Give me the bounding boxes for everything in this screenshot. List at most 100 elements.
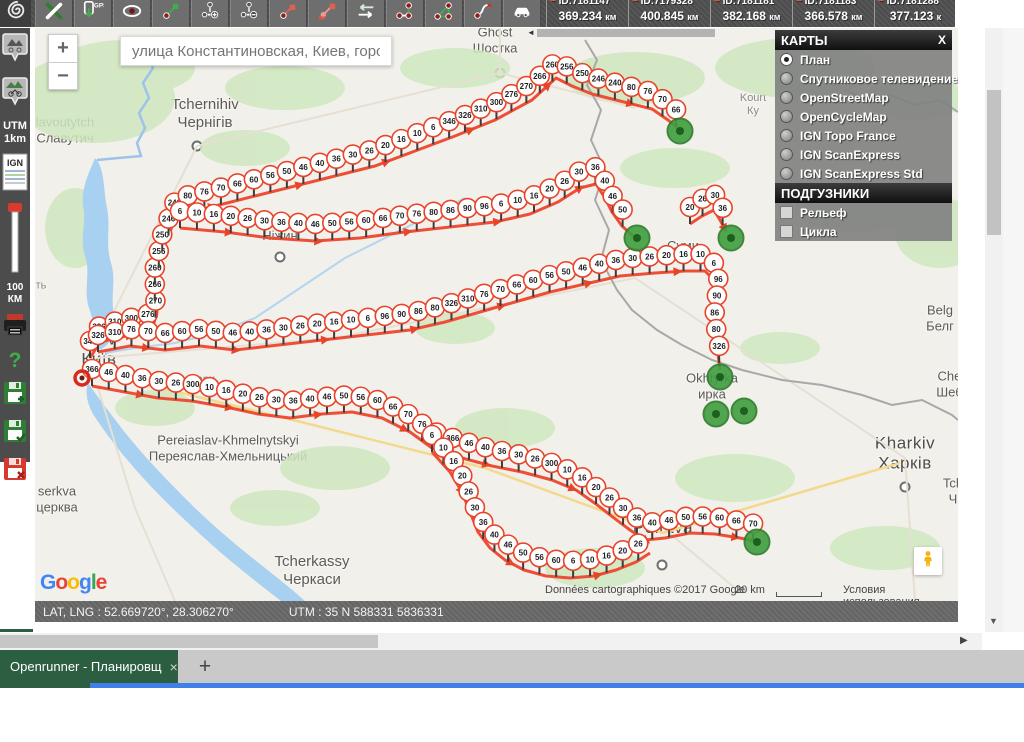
pegman-button[interactable]	[914, 547, 942, 575]
tool-move-point-button[interactable]	[269, 0, 307, 27]
scale-label: 100КМ	[1, 282, 29, 306]
layer-option-план[interactable]: План	[775, 50, 952, 69]
route-slot[interactable]: − ID:7181183366.578 км	[792, 0, 874, 27]
print-button[interactable]	[1, 313, 29, 342]
route-slot[interactable]: − ID:7181147369.234 км	[546, 0, 628, 27]
gps-export-icon: GPS	[82, 0, 104, 27]
tool-edit-tools-button[interactable]	[35, 0, 73, 27]
tool-close-loop-button[interactable]	[425, 0, 463, 27]
zoom-slider[interactable]	[1, 203, 29, 275]
tool-car-routing-button[interactable]	[503, 0, 541, 27]
vertical-scroll-thumb[interactable]	[987, 90, 1001, 235]
tab-bottom-connector	[0, 683, 90, 688]
search-input[interactable]	[120, 36, 392, 66]
layers-close-button[interactable]: X	[938, 33, 946, 47]
overlay-option-рельеф[interactable]: Рельеф	[775, 203, 952, 222]
toolbar-tools: GPS	[35, 0, 542, 27]
help-button[interactable]: ?	[1, 349, 29, 373]
radio-icon[interactable]	[780, 72, 793, 85]
save-new-route-button[interactable]	[1, 380, 29, 411]
move-point-icon	[277, 0, 299, 27]
map-canvas[interactable]: TchernihivЧернігівlavoutytchСлавутичGhos…	[35, 28, 958, 601]
map-top-scrollbar[interactable]: ◄	[527, 28, 715, 37]
layers-panel: КАРТЫ X ПланСпутниковое телевидениеOpenS…	[775, 30, 952, 241]
zoom-in-button[interactable]: +	[48, 34, 78, 62]
layer-option-спутниковое-телевидение[interactable]: Спутниковое телевидение	[775, 69, 952, 88]
overlay-option-цикла[interactable]: Цикла	[775, 222, 952, 241]
tool-free-draw-button[interactable]	[464, 0, 502, 27]
app-logo-button[interactable]	[0, 0, 31, 27]
scroll-left-icon[interactable]: ◄	[527, 28, 535, 37]
layer-option-ign-scanexpress-std[interactable]: IGN ScanExpress Std	[775, 164, 952, 183]
radio-icon[interactable]	[780, 129, 793, 142]
terms-link[interactable]: Условия использования	[843, 584, 958, 601]
city-dot-icon	[657, 560, 668, 571]
tool-gps-export-button[interactable]: GPS	[74, 0, 112, 27]
tab-title: Openrunner - Планировщ	[10, 659, 162, 674]
save-route-button[interactable]	[1, 418, 29, 449]
city-label: Pereiaslav-KhmelnytskyiПереяслав-Хмельни…	[149, 432, 307, 463]
scroll-track[interactable]	[537, 29, 715, 37]
tool-delete-point-button[interactable]	[230, 0, 268, 27]
delete-route-button[interactable]	[1, 456, 29, 487]
radio-icon[interactable]	[780, 53, 793, 66]
checkbox-icon[interactable]	[780, 225, 793, 238]
tab-accent-line	[0, 629, 33, 632]
map-zoom-control: + −	[48, 34, 78, 90]
poi-marker-button-1[interactable]	[1, 32, 29, 69]
horizontal-scroll-thumb[interactable]	[0, 635, 378, 648]
city-label: TchernihivЧернігів	[171, 96, 239, 132]
radio-icon[interactable]	[780, 110, 793, 123]
ign-logo-icon: IGN	[2, 153, 28, 196]
page: GPS − ID:7181147369.234 км− ID:717932840…	[0, 0, 1024, 742]
attribution-text: Données cartographiques ©2017 Google	[545, 584, 745, 596]
route-distance: 369.234 км	[547, 9, 628, 23]
radio-icon[interactable]	[780, 167, 793, 180]
floppy-check-icon	[2, 418, 28, 449]
route-slot[interactable]: − ID:7181181382.168 км	[710, 0, 792, 27]
close-loop-icon	[433, 0, 455, 27]
city-label: ровари	[179, 373, 215, 386]
floppy-delete-icon	[2, 456, 28, 487]
tab-bar: Openrunner - Планировщ × +	[0, 650, 1024, 683]
tool-reverse-route-button[interactable]	[347, 0, 385, 27]
poi-marker-button-2[interactable]	[1, 76, 29, 113]
city-dot-icon	[275, 252, 286, 263]
radio-icon[interactable]	[780, 148, 793, 161]
zoom-out-button[interactable]: −	[48, 62, 78, 90]
layer-option-ign-scanexpress[interactable]: IGN ScanExpress	[775, 145, 952, 164]
tool-extend-route-button[interactable]	[152, 0, 190, 27]
google-logo[interactable]: Google	[40, 571, 106, 595]
edit-tools-icon	[43, 0, 65, 27]
layer-option-ign-topo-france[interactable]: IGN Topo France	[775, 126, 952, 145]
browser-tab[interactable]: Openrunner - Планировщ ×	[0, 650, 178, 683]
route-slot[interactable]: − ID:7179328400.845 км	[628, 0, 710, 27]
city-label: Ніжин	[262, 228, 297, 244]
tool-merge-points-button[interactable]	[386, 0, 424, 27]
ign-layer-button[interactable]: IGN	[1, 153, 29, 196]
route-slot[interactable]: − ID:7181288377.123 к	[874, 0, 955, 27]
overlay-layer-list: РельефЦикла	[775, 203, 952, 241]
layer-option-openstreetmap[interactable]: OpenStreetMap	[775, 88, 952, 107]
checkbox-icon[interactable]	[780, 206, 793, 219]
city-dot-icon	[192, 141, 203, 152]
scroll-down-icon[interactable]: ▼	[989, 616, 998, 626]
utm-readout: UTM : 35 N 588331 5836331	[289, 605, 444, 619]
radio-icon[interactable]	[780, 91, 793, 104]
tool-remove-segment-button[interactable]	[308, 0, 346, 27]
base-layer-list: ПланСпутниковое телевидениеOpenStreetMap…	[775, 50, 952, 183]
vertical-scrollbar[interactable]: ▼	[985, 28, 1003, 632]
tab-close-icon[interactable]: ×	[170, 659, 178, 675]
route-id: − ID:7181288	[875, 0, 955, 7]
horizontal-scrollbar[interactable]: ▶	[0, 633, 982, 650]
map-pin-cyclist-icon	[2, 76, 28, 113]
tool-insert-point-button[interactable]	[191, 0, 229, 27]
scale-text: 20 km	[735, 584, 765, 596]
new-tab-button[interactable]: +	[190, 652, 220, 681]
city-dot-icon	[900, 482, 911, 493]
right-gutter	[1003, 28, 1024, 632]
scroll-right-icon[interactable]: ▶	[960, 635, 968, 646]
layer-option-opencyclemap[interactable]: OpenCycleMap	[775, 107, 952, 126]
tool-toggle-visibility-button[interactable]	[113, 0, 151, 27]
utm-grid-button[interactable]: UTM1km	[1, 120, 29, 146]
